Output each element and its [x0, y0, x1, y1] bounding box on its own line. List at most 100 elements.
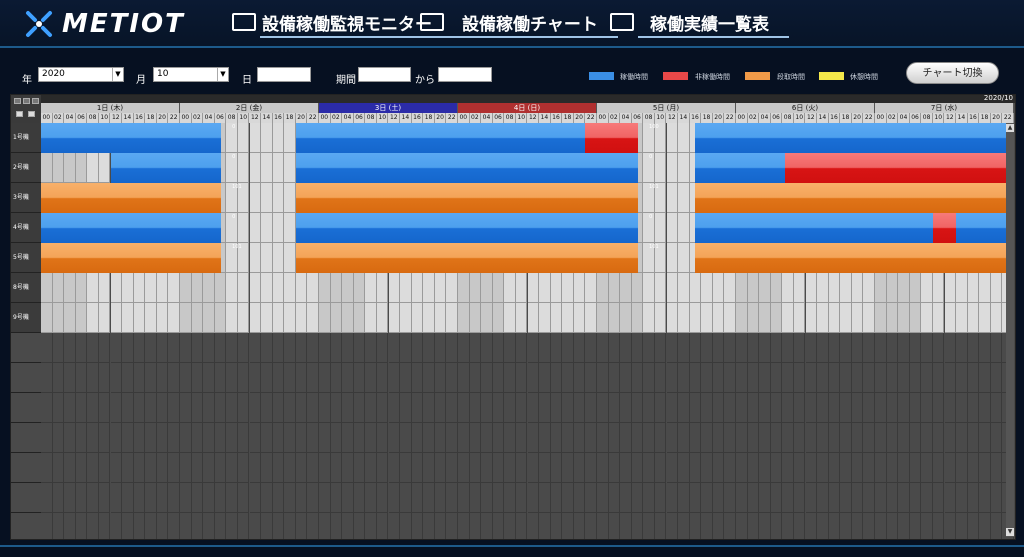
grid-cell [434, 303, 447, 333]
nav-tab-chart[interactable]: 設備稼働チャート [420, 8, 618, 38]
grid-cell [87, 453, 99, 483]
segment-setup[interactable] [695, 243, 1014, 273]
segment-run[interactable] [295, 153, 638, 183]
hour-label: 16 [551, 113, 563, 123]
nav-tab-list[interactable]: 稼働実績一覧表 [610, 8, 789, 38]
logo-mark-icon [26, 11, 52, 37]
hour-label: 00 [319, 113, 331, 123]
grid-cell [330, 423, 343, 453]
segment-setup[interactable] [695, 183, 1014, 213]
segment-run[interactable] [295, 213, 638, 243]
segment-setup[interactable] [41, 243, 221, 273]
year-select[interactable]: 2020 ▼ [38, 67, 124, 82]
segment-run[interactable] [110, 153, 221, 183]
grid-cell [678, 123, 690, 153]
segment-stop[interactable] [585, 123, 638, 153]
grid-cell [214, 513, 227, 539]
grid-cell [840, 333, 852, 363]
grid-cell [527, 423, 540, 453]
hour-label: 22 [585, 113, 597, 123]
grid-cell [851, 453, 864, 483]
fit-icon[interactable] [32, 98, 39, 104]
segment-run[interactable] [41, 213, 221, 243]
grid-cell [434, 363, 447, 393]
grid-cell [678, 213, 690, 243]
grid-cell [747, 513, 760, 539]
hour-label: 00 [875, 113, 887, 123]
grid-cell [654, 333, 667, 363]
grid-cell [446, 303, 458, 333]
period-to-input[interactable] [438, 67, 492, 82]
grid-cell [400, 333, 412, 363]
grid-cell [145, 333, 157, 363]
grid-cell [782, 333, 794, 363]
month-select[interactable]: 10 ▼ [153, 67, 229, 82]
segment-setup[interactable] [41, 183, 221, 213]
year-value: 2020 [42, 69, 65, 79]
grid-cell [898, 363, 910, 393]
grid-cell [701, 333, 713, 363]
segment-run[interactable] [695, 213, 933, 243]
period-from-input[interactable] [358, 67, 411, 82]
zoom-out-icon[interactable] [23, 98, 30, 104]
hour-label: 14 [400, 113, 412, 123]
legend-label-stop: 非稼働時間 [695, 73, 730, 81]
vertical-scrollbar[interactable] [1006, 123, 1014, 537]
grid-cell [817, 513, 829, 539]
grid-cell [272, 513, 285, 539]
grid-cell [562, 453, 574, 483]
grid-cell [319, 423, 331, 453]
grid-cell [469, 333, 482, 363]
grid-cell [597, 333, 609, 363]
grid-cell [562, 333, 574, 363]
segment-run[interactable] [295, 123, 586, 153]
grid-cell [342, 513, 354, 539]
day-header: 5日 (月) [597, 103, 736, 113]
grid-cell [98, 153, 111, 183]
grid-cell [330, 453, 343, 483]
hour-label: 00 [458, 113, 470, 123]
grid-cell [203, 483, 215, 513]
grid-cell [643, 273, 655, 303]
grid-cell [678, 333, 690, 363]
grid-cell [388, 333, 401, 363]
collapse-icon[interactable] [28, 111, 35, 117]
hour-header-row: 00 02 04 06 08 10 12 14 16 18 20 22 00 02 04 06 08 10 12 14… [41, 113, 1014, 123]
segment-setup[interactable] [295, 183, 638, 213]
expand-icon[interactable] [16, 111, 23, 117]
machine-label: 4号機 [11, 213, 41, 243]
hour-label: 02 [470, 113, 482, 123]
count-label: 0 [232, 154, 236, 160]
grid-cell [898, 423, 910, 453]
segment-stop[interactable] [785, 153, 1014, 183]
grid-cell [608, 423, 621, 453]
grid-cell [434, 453, 447, 483]
day-input[interactable] [257, 67, 311, 82]
grid-cell [330, 303, 343, 333]
grid-cell [226, 513, 238, 539]
segment-run[interactable] [41, 123, 221, 153]
grid-cell [875, 483, 887, 513]
grid-cell [793, 423, 806, 453]
segment-run[interactable] [695, 123, 1014, 153]
scroll-down-icon[interactable]: ▼ [1006, 528, 1014, 536]
grid-cell [122, 303, 134, 333]
grid-cell [353, 303, 366, 333]
grid-cell [261, 153, 273, 183]
scroll-up-icon[interactable]: ▲ [1006, 124, 1014, 132]
grid-cell [654, 393, 667, 423]
day-header: 7日 (水) [875, 103, 1014, 113]
grid-cell [643, 423, 655, 453]
grid-cell [261, 513, 273, 539]
grid-cell [828, 453, 841, 483]
grid-cell [249, 513, 262, 539]
segment-run[interactable] [695, 153, 786, 183]
nav-tab-monitor[interactable]: 設備稼働監視モニター [232, 8, 452, 38]
zoom-in-icon[interactable] [14, 98, 21, 104]
segment-stop[interactable] [932, 213, 957, 243]
chart-switch-button[interactable]: チャート切換 [906, 62, 999, 84]
grid-cell [52, 453, 65, 483]
grid-cell [515, 273, 528, 303]
grid-cell [249, 183, 262, 213]
segment-setup[interactable] [295, 243, 638, 273]
